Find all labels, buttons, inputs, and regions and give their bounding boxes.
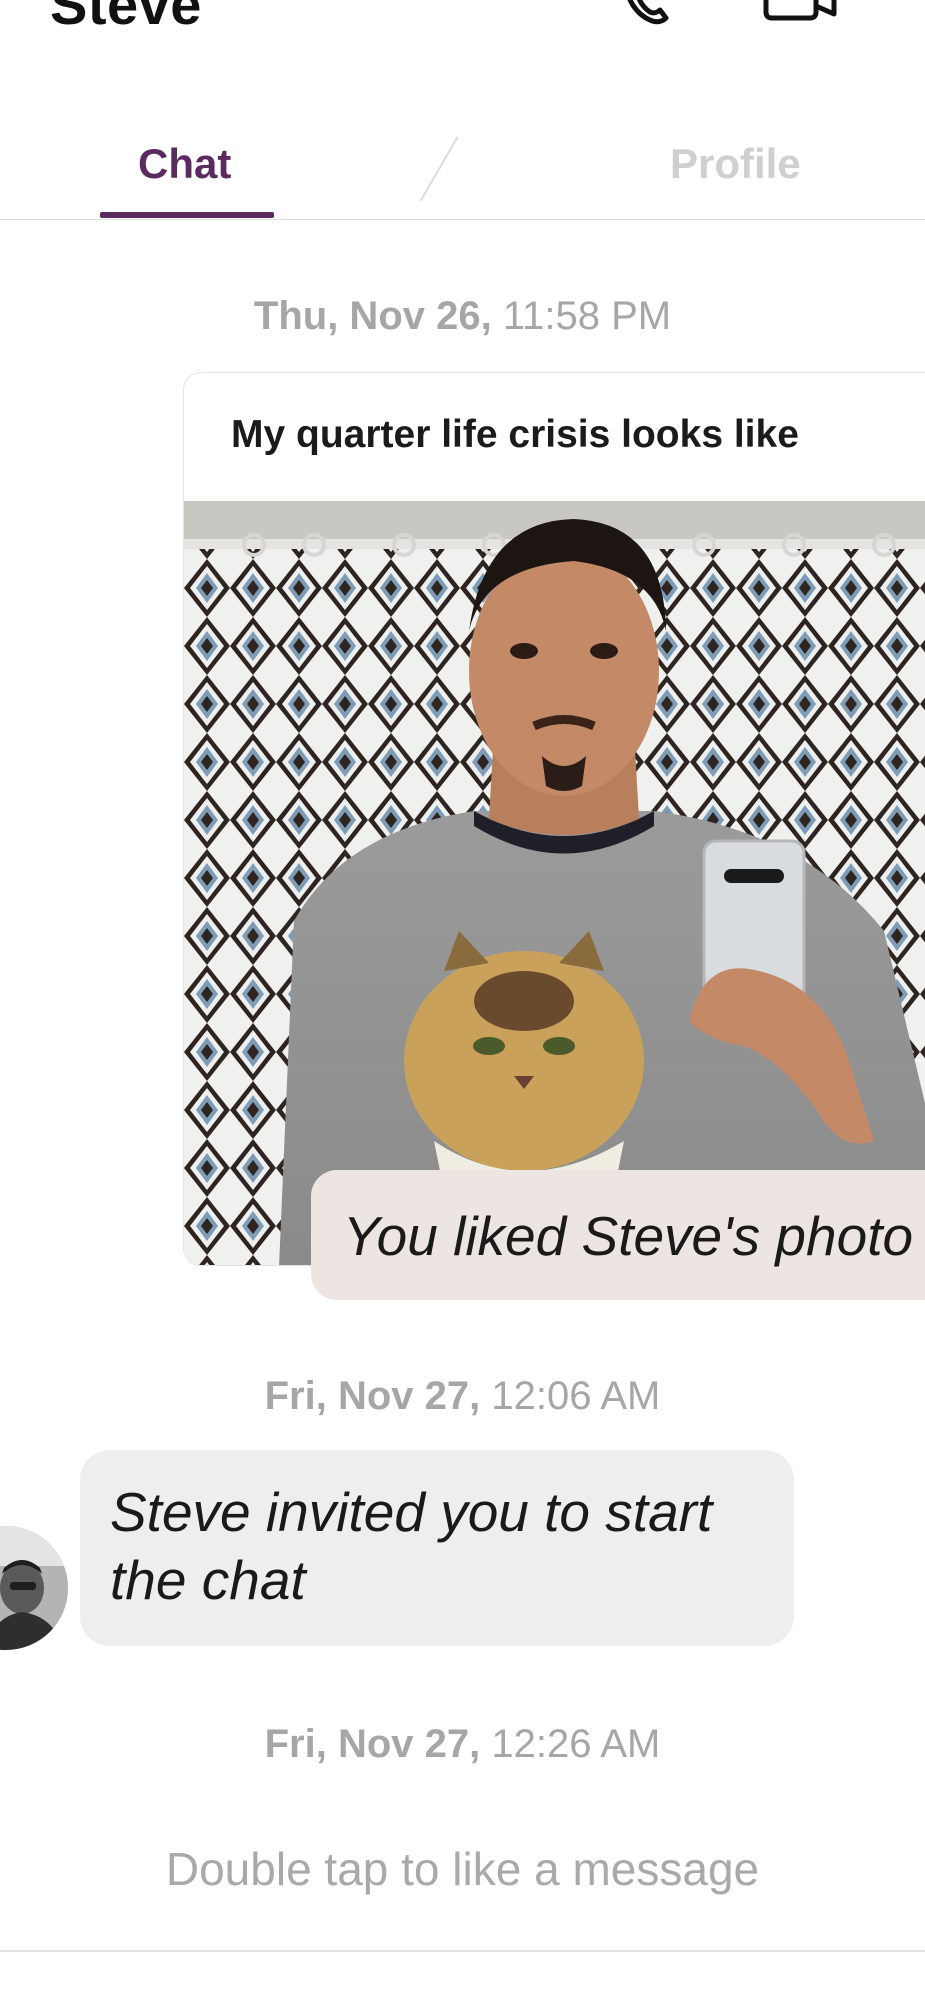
message-timestamp: Thu, Nov 26, 11:58 PM [0,294,925,339]
tab-bar: Chat Profile [0,120,925,220]
message-timestamp: Fri, Nov 27, 12:26 AM [0,1722,925,1767]
tab-divider [419,136,459,202]
double-tap-hint: Double tap to like a message [165,1843,760,1895]
photo-prompt-card[interactable]: My quarter life crisis looks like [183,372,925,1266]
phone-icon[interactable] [622,0,680,26]
timestamp-time: 12:26 AM [491,1722,661,1766]
tab-profile[interactable]: Profile [670,140,801,188]
incoming-message-bubble[interactable]: Steve invited you to start the chat [80,1450,794,1646]
contact-name[interactable]: Steve [50,0,202,37]
avatar[interactable] [0,1526,68,1650]
timestamp-date: Fri, Nov 27, [264,1722,481,1766]
timestamp-date: Fri, Nov 27, [264,1374,481,1418]
message-timestamp: Fri, Nov 27, 12:06 AM [0,1374,925,1419]
photo-like-reaction: You liked Steve's photo [311,1170,925,1300]
chat-header: Steve [0,0,925,60]
active-tab-indicator [100,212,274,218]
avatar-image [0,1526,68,1650]
video-camera-icon[interactable] [762,0,838,26]
tab-chat[interactable]: Chat [138,140,231,188]
divider [0,1950,925,1952]
timestamp-date: Thu, Nov 26, [253,294,492,338]
photo-caption: My quarter life crisis looks like [231,413,799,456]
timestamp-time: 11:58 PM [502,294,672,338]
timestamp-time: 12:06 AM [491,1374,661,1418]
chat-screen: Steve Chat Profile Thu, Nov 26, 11:58 PM… [0,0,925,2000]
profile-photo[interactable] [184,501,925,1266]
